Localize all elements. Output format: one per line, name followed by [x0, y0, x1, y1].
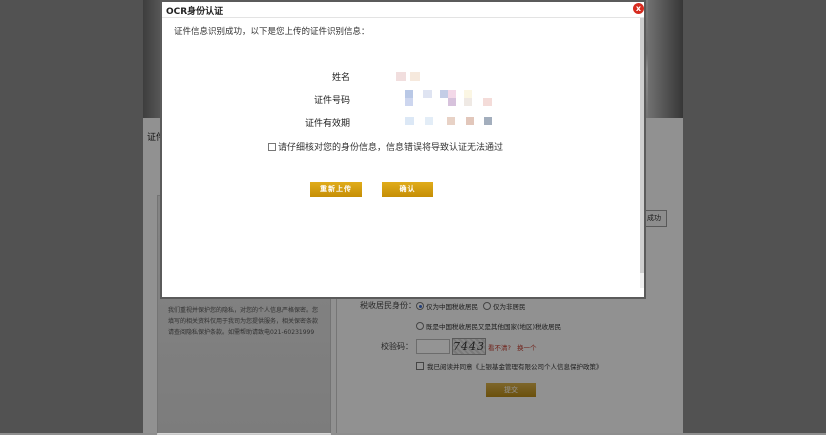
recognition-message: 证件信息识别成功，以下是您上传的证件识别信息：: [174, 27, 370, 37]
name-label: 姓名: [331, 73, 350, 83]
ocr-dialog: OCR身份认证 x 证件信息识别成功，以下是您上传的证件识别信息： 姓名 证件号…: [160, 0, 646, 299]
id-number-label: 证件号码: [313, 96, 350, 106]
dialog-scrollbar[interactable]: [640, 18, 644, 288]
reupload-button[interactable]: 重新上传: [310, 182, 362, 197]
validity-label: 证件有效期: [304, 119, 350, 129]
dialog-body: [162, 17, 644, 298]
close-icon[interactable]: x: [633, 3, 644, 14]
scrollbar-thumb[interactable]: [640, 18, 644, 273]
consent-checkbox[interactable]: [268, 142, 276, 151]
dialog-title: OCR身份认证: [166, 7, 224, 17]
confirm-button[interactable]: 确认: [382, 182, 433, 197]
consent-text: 请仔细核对您的身份信息，信息错误将导致认证无法通过: [278, 143, 504, 153]
dialog-header: OCR身份认证 x: [162, 2, 644, 17]
consent-row[interactable]: 请仔细核对您的身份信息，信息错误将导致认证无法通过: [268, 140, 503, 153]
